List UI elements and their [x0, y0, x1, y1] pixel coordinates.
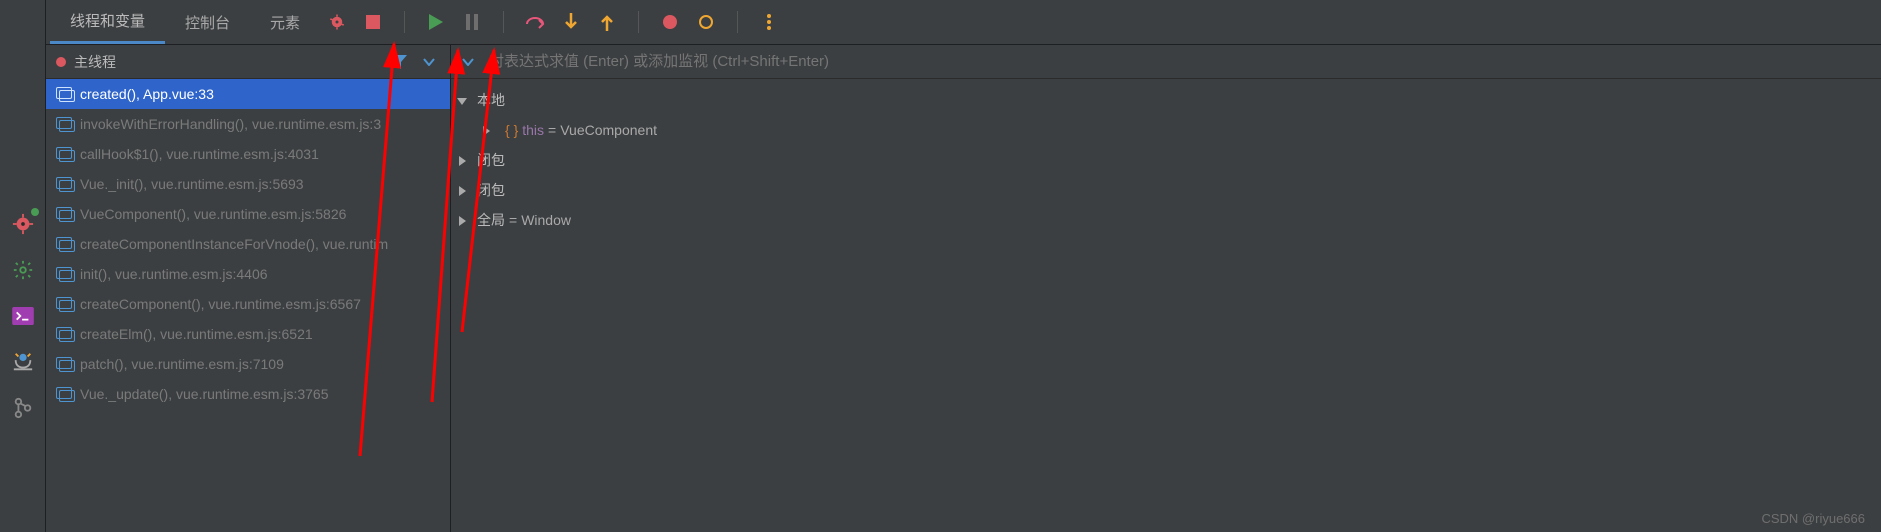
frames-list: created(), App.vue:33 invokeWithErrorHan… — [46, 79, 450, 532]
step-into-icon[interactable] — [560, 11, 582, 33]
scope-closure[interactable]: 闭包 — [451, 145, 1881, 175]
step-over-icon[interactable] — [524, 11, 546, 33]
breakpoint-filled-icon[interactable] — [659, 11, 681, 33]
braces-icon: { } — [505, 122, 518, 138]
stop-icon[interactable] — [362, 11, 384, 33]
watermark: CSDN @riyue666 — [1761, 511, 1865, 526]
settings-icon[interactable] — [9, 256, 37, 284]
frame-item[interactable]: created(), App.vue:33 — [46, 79, 450, 109]
debugger-icon[interactable] — [9, 210, 37, 238]
thread-header[interactable]: 主线程 — [46, 45, 450, 79]
pause-icon[interactable] — [461, 11, 483, 33]
stack-frame-icon — [56, 297, 72, 311]
stack-frame-icon — [56, 87, 72, 101]
stack-frame-icon — [56, 237, 72, 251]
rerun-debug-icon[interactable] — [326, 11, 348, 33]
frame-item[interactable]: init(), vue.runtime.esm.js:4406 — [46, 259, 450, 289]
frame-item[interactable]: invokeWithErrorHandling(), vue.runtime.e… — [46, 109, 450, 139]
more-icon[interactable] — [758, 11, 780, 33]
terminal-icon[interactable] — [9, 302, 37, 330]
stack-frame-icon — [56, 357, 72, 371]
tab-threads-vars[interactable]: 线程和变量 — [50, 0, 165, 44]
tab-console[interactable]: 控制台 — [165, 0, 250, 44]
resume-icon[interactable] — [425, 11, 447, 33]
frame-item[interactable]: Vue._init(), vue.runtime.esm.js:5693 — [46, 169, 450, 199]
git-icon[interactable] — [9, 394, 37, 422]
left-tool-rail — [0, 0, 46, 532]
breakpoint-outline-icon[interactable] — [695, 11, 717, 33]
chevron-right-icon — [481, 123, 495, 137]
frame-item[interactable]: createElm(), vue.runtime.esm.js:6521 — [46, 319, 450, 349]
thread-status-icon — [56, 57, 66, 67]
chevron-right-icon — [457, 153, 471, 167]
chevron-right-icon — [457, 183, 471, 197]
evaluate-expression-input[interactable] — [489, 53, 1875, 70]
frames-panel: 主线程 created(), App.vue:33 invokeWithErro… — [46, 45, 451, 532]
thread-chevron-icon[interactable] — [418, 51, 440, 73]
stack-frame-icon — [56, 267, 72, 281]
frame-item[interactable]: Vue._update(), vue.runtime.esm.js:3765 — [46, 379, 450, 409]
step-out-icon[interactable] — [596, 11, 618, 33]
chevron-right-icon — [457, 213, 471, 227]
filter-icon[interactable] — [388, 51, 410, 73]
expand-all-icon[interactable] — [457, 51, 479, 73]
var-this[interactable]: { } this = VueComponent — [451, 115, 1881, 145]
frame-item[interactable]: callHook$1(), vue.runtime.esm.js:4031 — [46, 139, 450, 169]
tab-elements[interactable]: 元素 — [250, 0, 320, 44]
stack-frame-icon — [56, 207, 72, 221]
thread-name: 主线程 — [74, 52, 116, 72]
stack-frame-icon — [56, 147, 72, 161]
chevron-down-icon — [457, 93, 471, 107]
alert-icon[interactable] — [9, 348, 37, 376]
stack-frame-icon — [56, 117, 72, 131]
scope-global[interactable]: 全局 = Window — [451, 205, 1881, 235]
scope-closure[interactable]: 闭包 — [451, 175, 1881, 205]
stack-frame-icon — [56, 177, 72, 191]
frame-item[interactable]: VueComponent(), vue.runtime.esm.js:5826 — [46, 199, 450, 229]
stack-frame-icon — [56, 387, 72, 401]
frame-item[interactable]: patch(), vue.runtime.esm.js:7109 — [46, 349, 450, 379]
debug-toolbar: 线程和变量 控制台 元素 — [46, 0, 1881, 45]
variables-panel: 本地 { } this = VueComponent 闭包 闭包 — [451, 45, 1881, 532]
frame-item[interactable]: createComponentInstanceForVnode(), vue.r… — [46, 229, 450, 259]
frame-item[interactable]: createComponent(), vue.runtime.esm.js:65… — [46, 289, 450, 319]
scope-local[interactable]: 本地 — [451, 85, 1881, 115]
stack-frame-icon — [56, 327, 72, 341]
